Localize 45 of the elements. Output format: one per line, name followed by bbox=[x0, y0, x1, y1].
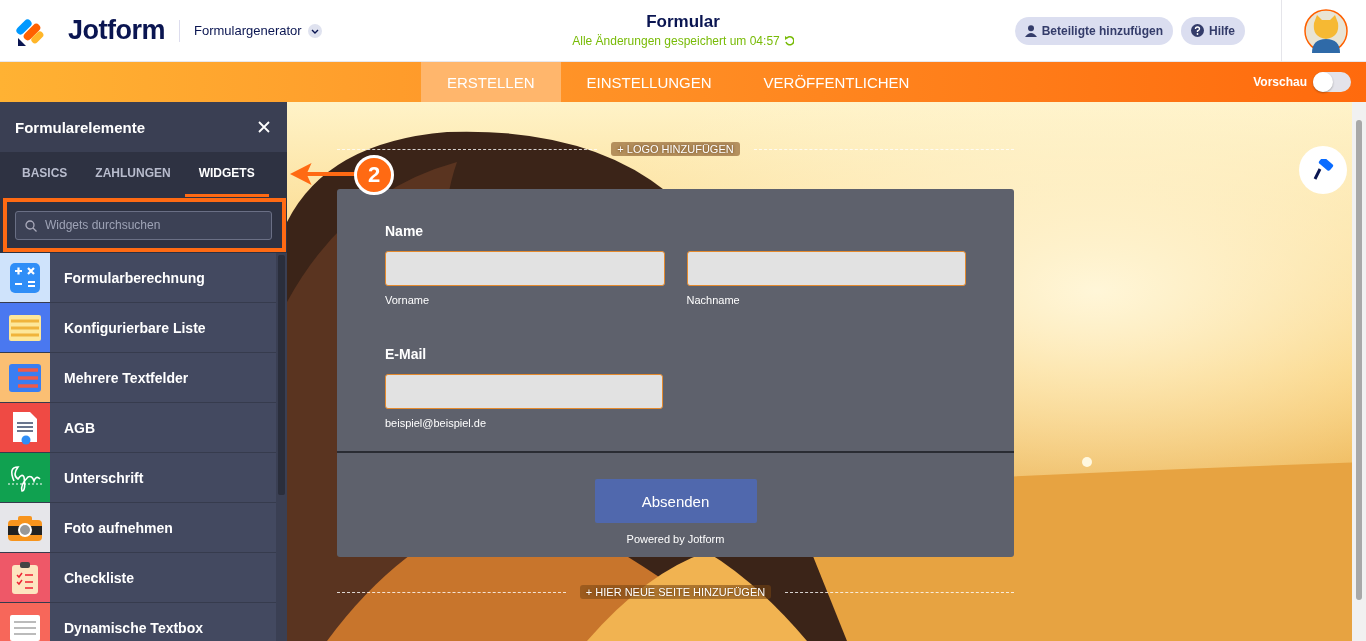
calculator-icon bbox=[10, 262, 40, 293]
widget-item[interactable]: AGB bbox=[0, 403, 276, 453]
person-icon bbox=[1024, 24, 1037, 37]
chevron-down-icon bbox=[307, 23, 322, 38]
undo-icon[interactable] bbox=[783, 36, 794, 46]
app-menu[interactable]: Formulargenerator bbox=[194, 23, 322, 38]
field-sublabel: Vorname bbox=[385, 294, 431, 306]
widget-item[interactable]: Dynamische Textbox bbox=[0, 603, 276, 641]
preview-label: Vorschau bbox=[1253, 75, 1307, 89]
widget-item[interactable]: Checkliste bbox=[0, 553, 276, 603]
avatar-icon[interactable] bbox=[1304, 8, 1348, 53]
add-page-link[interactable]: + HIER NEUE SEITE HINZUFÜGEN bbox=[579, 585, 772, 599]
textbox-icon bbox=[10, 614, 40, 641]
input-field[interactable] bbox=[385, 251, 665, 286]
field-sublabel: beispiel@beispiel.de bbox=[385, 417, 488, 429]
widget-item[interactable]: Konfigurierbare Liste bbox=[0, 303, 276, 353]
form-title: Formular bbox=[646, 12, 720, 32]
scrollbar-thumb[interactable] bbox=[1356, 120, 1362, 600]
powered-by-text: Powered by Jotform bbox=[626, 533, 725, 545]
widget-item[interactable]: Unterschrift bbox=[0, 453, 276, 503]
header-button[interactable]: Beteiligte hinzufügen bbox=[1014, 16, 1173, 45]
help-icon bbox=[1191, 24, 1204, 37]
table-icon bbox=[9, 314, 41, 341]
close-icon[interactable] bbox=[258, 121, 270, 133]
submit-button[interactable]: Absenden bbox=[594, 479, 757, 523]
input-field[interactable] bbox=[686, 251, 966, 286]
panel-tab[interactable]: ZAHLUNGEN bbox=[81, 152, 185, 197]
list-icon bbox=[9, 363, 41, 392]
logo-text: Jotform bbox=[68, 15, 165, 46]
header-button[interactable]: Hilfe bbox=[1181, 16, 1245, 45]
widget-item[interactable]: Mehrere Textfelder bbox=[0, 353, 276, 403]
save-status: Alle Änderungen gespeichert um 04:57 bbox=[572, 34, 780, 48]
panel-title: Formularelemente bbox=[15, 118, 146, 136]
document-icon bbox=[12, 410, 38, 445]
search-field[interactable]: Widgets durchsuchen bbox=[15, 210, 272, 240]
widget-item[interactable]: Foto aufnehmen bbox=[0, 503, 276, 553]
camera-icon bbox=[8, 514, 42, 541]
input-field[interactable] bbox=[385, 374, 663, 409]
clipboard-icon bbox=[12, 561, 38, 594]
field-label: Name bbox=[385, 223, 425, 239]
field-sublabel: Nachname bbox=[686, 294, 741, 306]
preview-toggle[interactable] bbox=[1313, 72, 1351, 92]
widget-item[interactable]: Formularberechnung bbox=[0, 253, 276, 303]
panel-tab[interactable]: BASICS bbox=[8, 152, 82, 197]
field-label: E-Mail bbox=[385, 346, 428, 362]
